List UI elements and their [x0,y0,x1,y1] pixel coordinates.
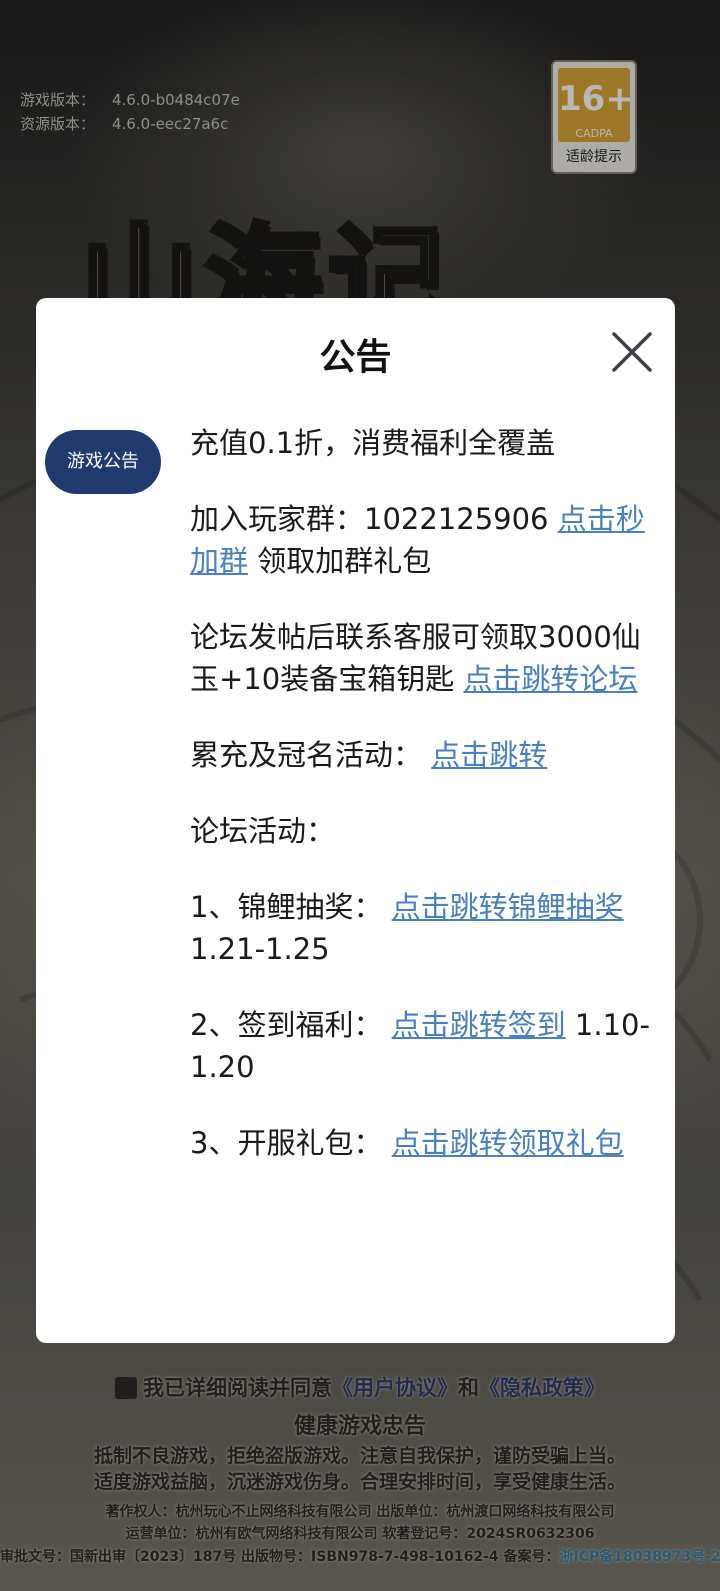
para-join-group: 加入玩家群：1022125906 点击秒加群 领取加群礼包 [190,498,652,582]
server-gift-link[interactable]: 点击跳转领取礼包 [392,1126,624,1160]
forum-link[interactable]: 点击跳转论坛 [463,662,637,696]
para-join-group-suffix: 领取加群礼包 [248,544,432,578]
para-cumulative-text: 累充及冠名活动： [190,738,432,772]
close-icon [612,332,652,372]
announcement-content: 充值0.1折，消费福利全覆盖 加入玩家群：1022125906 点击秒加群 领取… [190,422,652,1198]
tab-game-announcement[interactable]: 游戏公告 [45,430,161,494]
para-forum-post: 论坛发帖后联系客服可领取3000仙玉+10装备宝箱钥匙 点击跳转论坛 [190,616,652,700]
para-sign-in-text: 2、签到福利： [190,1008,392,1042]
para-lucky-draw-text: 1、锦鲤抽奖： [190,890,392,924]
para-server-gift-text: 3、开服礼包： [190,1126,392,1160]
para-sign-in: 2、签到福利： 点击跳转签到 1.10-1.20 [190,1004,652,1088]
announcement-modal: 公告 游戏公告 充值0.1折，消费福利全覆盖 加入玩家群：1022125906 … [36,298,675,1343]
para-cumulative: 累充及冠名活动： 点击跳转 [190,734,652,776]
para-recharge: 充值0.1折，消费福利全覆盖 [190,426,556,460]
para-lucky-draw: 1、锦鲤抽奖： 点击跳转锦鲤抽奖 1.21-1.25 [190,886,652,970]
modal-title: 公告 [319,337,392,378]
lucky-draw-link[interactable]: 点击跳转锦鲤抽奖 [392,890,624,924]
para-join-group-text: 加入玩家群：1022125906 [190,502,558,536]
para-forum-events: 论坛活动： [190,814,336,848]
para-lucky-draw-date: 1.21-1.25 [190,932,330,966]
sign-in-link[interactable]: 点击跳转签到 [392,1008,566,1042]
para-server-gift: 3、开服礼包： 点击跳转领取礼包 [190,1122,652,1164]
cumulative-link[interactable]: 点击跳转 [431,738,547,772]
close-button[interactable] [610,330,654,374]
